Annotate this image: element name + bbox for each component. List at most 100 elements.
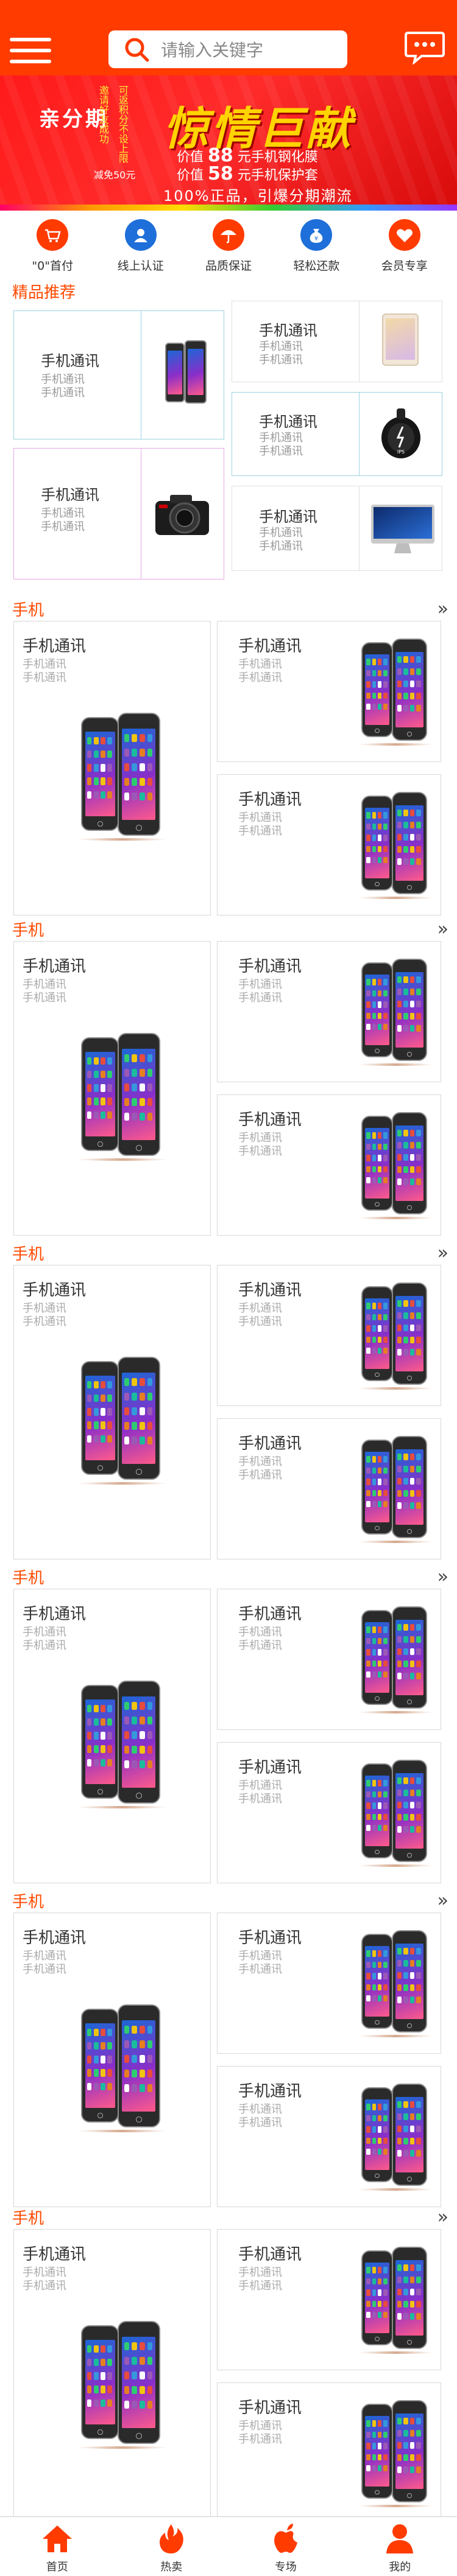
section-header: 手机 » — [0, 1889, 457, 1911]
product-card-large[interactable]: 手机通讯 手机通讯 手机通讯 — [13, 2229, 211, 2524]
card-sub: 手机通讯 — [23, 978, 66, 991]
tab-special[interactable]: 专场 — [228, 2517, 343, 2576]
featured-card[interactable]: 手机通讯 手机通讯 手机通讯 — [13, 448, 224, 579]
featured-card[interactable]: 手机通讯 手机通讯 手机通讯 — [232, 486, 442, 571]
more-chevron-icon[interactable]: » — [438, 1890, 449, 1911]
product-card-small[interactable]: 手机通讯 手机通讯 手机通讯 — [217, 774, 441, 915]
tab-mine[interactable]: 我的 — [343, 2517, 457, 2576]
svg-text:¥: ¥ — [314, 236, 318, 242]
card-title: 手机通讯 — [238, 2245, 302, 2264]
feature-label: 品质保证 — [205, 259, 252, 273]
section-grid: 手机通讯 手机通讯 手机通讯 手机通讯 手机通讯 手机通讯 手机通讯 手机通讯 手机通讯 — [0, 2229, 457, 2524]
card-sub: 手机通讯 — [23, 2266, 66, 2279]
search-input[interactable]: 请输入关键字 — [108, 30, 347, 68]
section-header: 手机 » — [0, 1566, 457, 1587]
menu-icon[interactable] — [10, 38, 51, 63]
tab-label: 我的 — [389, 2561, 411, 2574]
card-title: 手机通讯 — [238, 1929, 302, 1947]
card-sub: 手机通讯 — [23, 1963, 66, 1976]
section-grid: 手机通讯 手机通讯 手机通讯 手机通讯 手机通讯 手机通讯 手机通讯 手机通讯 手机通讯 — [0, 941, 457, 1236]
apple-icon — [274, 2524, 297, 2553]
feature-quality[interactable]: 品质保证 — [192, 211, 265, 281]
banner-amount: 减免50元 — [94, 169, 136, 181]
product-card-large[interactable]: 手机通讯 手机通讯 手机通讯 — [13, 1913, 211, 2207]
card-sub: 手机通讯 — [23, 658, 66, 671]
card-sub: 手机通讯 — [238, 2103, 282, 2116]
feature-member[interactable]: 会员专享 — [368, 211, 441, 281]
card-sub: 手机通讯 — [23, 1302, 66, 1315]
card-sub: 手机通讯 — [238, 1779, 282, 1792]
iphone-image — [160, 339, 215, 412]
card-sub: 手机通讯 — [238, 2116, 282, 2129]
card-title: 手机通讯 — [238, 1759, 302, 1777]
product-card-small[interactable]: 手机通讯 手机通讯 手机通讯 — [217, 1418, 441, 1559]
card-sub: 手机通讯 — [23, 671, 66, 684]
card-title: 手机通讯 — [23, 1281, 87, 1300]
user-icon — [124, 219, 157, 251]
card-title: 手机通讯 — [23, 1605, 87, 1623]
heart-icon — [388, 219, 420, 251]
product-card-small[interactable]: 手机通讯 手机通讯 手机通讯 — [217, 941, 441, 1082]
tab-home[interactable]: 首页 — [0, 2517, 115, 2576]
cart-icon — [37, 219, 69, 251]
message-icon[interactable] — [403, 30, 446, 66]
more-chevron-icon[interactable]: » — [438, 1242, 449, 1264]
product-card-small[interactable]: 手机通讯 手机通讯 手机通讯 — [217, 2229, 441, 2370]
card-title: 手机通讯 — [259, 322, 317, 339]
section-header: 手机 » — [0, 598, 457, 620]
card-title: 手机通讯 — [41, 486, 99, 503]
product-card-small[interactable]: 手机通讯 手机通讯 手机通讯 — [217, 1589, 441, 1730]
card-sub: 手机通讯 — [238, 1950, 282, 1962]
product-card-large[interactable]: 手机通讯 手机通讯 手机通讯 — [13, 1265, 211, 1559]
product-card-small[interactable]: 手机通讯 手机通讯 手机通讯 — [217, 621, 441, 762]
card-sub: 手机通讯 — [238, 1145, 282, 1158]
more-chevron-icon[interactable]: » — [438, 1566, 449, 1587]
card-sub: 手机通讯 — [238, 2280, 282, 2292]
section-title: 手机 — [12, 2209, 44, 2228]
balance-wheel-image: IPS — [381, 408, 420, 458]
featured-title: 精品推荐 — [12, 283, 76, 302]
card-sub: 手机通讯 — [238, 1793, 282, 1805]
featured-card[interactable]: 手机通讯 手机通讯 手机通讯 IPS — [232, 392, 442, 476]
card-sub: 手机通讯 — [259, 432, 303, 444]
search-icon — [125, 38, 149, 62]
feature-online-verify[interactable]: 线上认证 — [104, 211, 177, 281]
product-section: 手机» 手机通讯 手机通讯 手机通讯 手机通讯 手机通讯 手机通讯 手机通讯 手机通讯 手机通讯 — [0, 1566, 457, 1883]
product-card-small[interactable]: 手机通讯 手机通讯 手机通讯 — [217, 1265, 441, 1406]
product-card-large[interactable]: 手机通讯 手机通讯 手机通讯 — [13, 621, 211, 915]
product-card-small[interactable]: 手机通讯 手机通讯 手机通讯 — [217, 1913, 441, 2054]
card-sub: 手机通讯 — [238, 2266, 282, 2279]
product-card-large[interactable]: 手机通讯 手机通讯 手机通讯 — [13, 1589, 211, 1883]
feature-zero-down[interactable]: "0"首付 — [16, 211, 89, 281]
flame-icon — [160, 2524, 184, 2553]
featured-card[interactable]: 手机通讯 手机通讯 手机通讯 — [13, 310, 224, 439]
product-section: 手机» 手机通讯 手机通讯 手机通讯 手机通讯 手机通讯 手机通讯 手机通讯 手机通讯 手机通讯 — [0, 1889, 457, 2207]
tab-hot[interactable]: 热卖 — [115, 2517, 229, 2576]
product-card-small[interactable]: 手机通讯 手机通讯 手机通讯 — [217, 2382, 441, 2524]
product-section: 手机» 手机通讯 手机通讯 手机通讯 手机通讯 手机通讯 手机通讯 手机通讯 手机通讯 手机通讯 — [0, 918, 457, 1236]
product-card-small[interactable]: 手机通讯 手机通讯 手机通讯 — [217, 1094, 441, 1236]
product-card-large[interactable]: 手机通讯 手机通讯 手机通讯 — [13, 941, 211, 1236]
card-sub: 手机通讯 — [259, 354, 303, 366]
card-sub: 手机通讯 — [238, 825, 282, 838]
promo-banner[interactable]: 亲分期 邀请好友成功 可返积分不设上限 减免50元 惊情巨献 价值 88 元手机… — [0, 75, 457, 211]
more-chevron-icon[interactable]: » — [438, 2207, 449, 2228]
product-section: 手机» 手机通讯 手机通讯 手机通讯 手机通讯 手机通讯 手机通讯 手机通讯 手机通讯 手机通讯 — [0, 598, 457, 915]
top-header: 请输入关键字 — [0, 0, 457, 75]
section-grid: 手机通讯 手机通讯 手机通讯 手机通讯 手机通讯 手机通讯 手机通讯 手机通讯 手机通讯 — [0, 1265, 457, 1559]
card-sub: 手机通讯 — [238, 658, 282, 671]
card-sub: 手机通讯 — [238, 992, 282, 1004]
product-card-small[interactable]: 手机通讯 手机通讯 手机通讯 — [217, 1742, 441, 1883]
featured-grid: 手机通讯 手机通讯 手机通讯 手机通讯 手机通讯 手机通讯 手机通讯 手机通讯 … — [0, 301, 457, 579]
section-header: 手机 » — [0, 918, 457, 940]
product-card-small[interactable]: 手机通讯 手机通讯 手机通讯 — [217, 2066, 441, 2207]
feature-repay[interactable]: ¥ 轻松还款 — [280, 211, 353, 281]
card-title: 手机通讯 — [238, 1605, 302, 1623]
tab-label: 首页 — [46, 2561, 68, 2574]
more-chevron-icon[interactable]: » — [438, 598, 449, 620]
more-chevron-icon[interactable]: » — [438, 919, 449, 940]
card-sub: 手机通讯 — [238, 1132, 282, 1144]
card-sub: 手机通讯 — [259, 527, 303, 539]
featured-card[interactable]: 手机通讯 手机通讯 手机通讯 — [232, 301, 442, 382]
product-section: 手机» 手机通讯 手机通讯 手机通讯 手机通讯 手机通讯 手机通讯 手机通讯 手机通讯 手机通讯 — [0, 2206, 457, 2524]
